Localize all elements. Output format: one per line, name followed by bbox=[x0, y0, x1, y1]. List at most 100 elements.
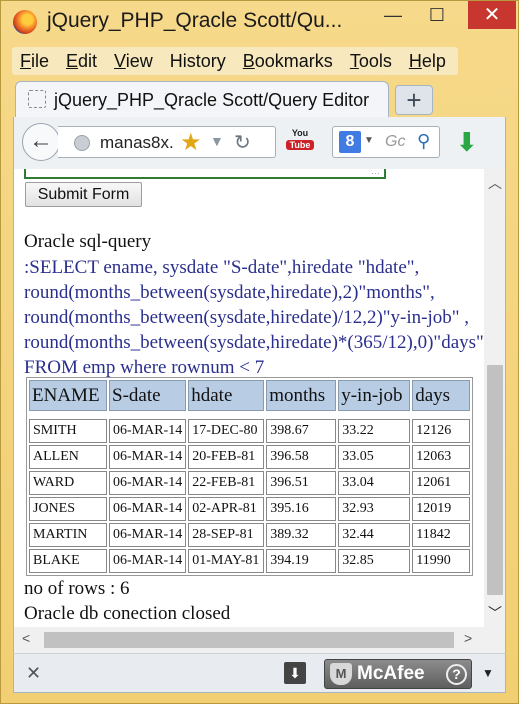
column-header: ENAME bbox=[29, 380, 107, 411]
mcafee-label: McAfee bbox=[357, 663, 425, 684]
table-cell: 28-SEP-81 bbox=[188, 523, 265, 547]
back-button[interactable]: ← bbox=[22, 123, 60, 161]
table-cell: 394.19 bbox=[266, 549, 337, 573]
firefox-logo-icon bbox=[13, 10, 37, 34]
table-cell: 12019 bbox=[412, 497, 470, 521]
menu-item-file[interactable]: File bbox=[20, 51, 49, 72]
column-header: months bbox=[266, 380, 337, 411]
table-cell: 01-MAY-81 bbox=[188, 549, 265, 573]
addon-bar: ✕ ⬇ M McAfee ? ▼ bbox=[13, 653, 506, 693]
mcafee-button[interactable]: M McAfee ? bbox=[324, 659, 472, 689]
search-engine-icon[interactable]: 8 bbox=[339, 131, 361, 153]
menu-item-history[interactable]: History bbox=[170, 51, 226, 72]
table-header-row: ENAME S-date hdate months y-in-job days bbox=[29, 380, 470, 411]
table-cell: 33.04 bbox=[338, 471, 411, 495]
browser-window: jQuery_PHP_Qracle Scott/Qu... — ☐ ✕ File… bbox=[0, 0, 519, 704]
menu-item-edit[interactable]: Edit bbox=[66, 51, 97, 72]
title-bar: jQuery_PHP_Qracle Scott/Qu... — ☐ ✕ bbox=[1, 1, 519, 45]
scroll-right-icon[interactable]: > bbox=[464, 630, 472, 646]
table-cell: JONES bbox=[29, 497, 107, 521]
close-addon-bar-icon[interactable]: ✕ bbox=[26, 663, 41, 684]
maximize-button[interactable]: ☐ bbox=[415, 1, 459, 29]
new-tab-button[interactable]: + bbox=[395, 85, 433, 115]
submit-form-button[interactable]: Submit Form bbox=[25, 182, 142, 207]
menu-item-tools[interactable]: Tools bbox=[350, 51, 392, 72]
query-textarea[interactable]: ⋯ bbox=[24, 169, 386, 179]
table-cell: 389.32 bbox=[266, 523, 337, 547]
scroll-thumb[interactable] bbox=[487, 365, 503, 595]
menu-item-bookmarks[interactable]: Bookmarks bbox=[243, 51, 333, 72]
url-text: manas8x. bbox=[100, 133, 174, 152]
help-icon[interactable]: ? bbox=[446, 664, 467, 685]
search-icon[interactable]: ⚲ bbox=[417, 131, 430, 152]
mcafee-dropdown-icon[interactable]: ▼ bbox=[482, 666, 494, 680]
search-box[interactable]: 8 ▼ Gc ⚲ bbox=[332, 126, 440, 158]
table-cell: 396.51 bbox=[266, 471, 337, 495]
table-cell: 17-DEC-80 bbox=[188, 419, 265, 443]
youtube-icon[interactable]: You Tube bbox=[286, 128, 314, 156]
navigation-toolbar: ← manas8x. ★ ▼ ↻ You Tube 8 ▼ Gc ⚲ ⬇ bbox=[13, 117, 506, 169]
table-cell: 11842 bbox=[412, 523, 470, 547]
menu-bar: File Edit View History Bookmarks Tools Help bbox=[12, 47, 458, 75]
horizontal-scrollbar[interactable]: < > bbox=[13, 627, 506, 653]
url-bar[interactable]: manas8x. ★ ▼ ↻ bbox=[58, 126, 276, 158]
table-cell: BLAKE bbox=[29, 549, 107, 573]
table-cell: ALLEN bbox=[29, 445, 107, 469]
tab-query-editor[interactable]: jQuery_PHP_Qracle Scott/Query Editor bbox=[15, 81, 389, 117]
reload-icon[interactable]: ↻ bbox=[234, 130, 251, 155]
table-row: WARD 06-MAR-14 22-FEB-81 396.51 33.04 12061 bbox=[29, 471, 470, 495]
vertical-scrollbar[interactable]: ︿ ﹀ bbox=[484, 169, 505, 627]
tab-bar: jQuery_PHP_Qracle Scott/Query Editor + bbox=[1, 79, 519, 117]
result-table: ENAME S-date hdate months y-in-job days … bbox=[26, 377, 473, 576]
column-header: S-date bbox=[109, 380, 187, 411]
table-cell: 32.85 bbox=[338, 549, 411, 573]
minimize-button[interactable]: — bbox=[371, 1, 415, 29]
table-cell: 32.93 bbox=[338, 497, 411, 521]
table-cell: 32.44 bbox=[338, 523, 411, 547]
horizontal-scroll-thumb[interactable] bbox=[44, 632, 454, 648]
resize-grip-icon[interactable]: ⋯ bbox=[371, 169, 380, 178]
youtube-tube-label: Tube bbox=[286, 140, 314, 150]
rows-count: no of rows : 6 bbox=[24, 578, 130, 599]
table-cell: 12063 bbox=[412, 445, 470, 469]
table-cell: 06-MAR-14 bbox=[109, 419, 187, 443]
table-cell: 06-MAR-14 bbox=[109, 445, 187, 469]
table-cell: 22-FEB-81 bbox=[188, 471, 265, 495]
table-row: MARTIN 06-MAR-14 28-SEP-81 389.32 32.44 11842 bbox=[29, 523, 470, 547]
table-cell: 06-MAR-14 bbox=[109, 497, 187, 521]
scroll-down-icon[interactable]: ﹀ bbox=[484, 603, 505, 623]
table-spacer-row bbox=[29, 413, 470, 417]
table-cell: 06-MAR-14 bbox=[109, 471, 187, 495]
table-row: JONES 06-MAR-14 02-APR-81 395.16 32.93 12019 bbox=[29, 497, 470, 521]
page-viewport: ⋯ Submit Form Oracle sql-query :SELECT e… bbox=[13, 169, 506, 627]
globe-icon bbox=[74, 135, 90, 151]
query-heading: Oracle sql-query bbox=[24, 231, 152, 252]
bookmark-star-icon[interactable]: ★ bbox=[180, 128, 202, 157]
table-cell: 12061 bbox=[412, 471, 470, 495]
page-icon bbox=[28, 90, 46, 108]
menu-item-help[interactable]: Help bbox=[409, 51, 446, 72]
scroll-left-icon[interactable]: < bbox=[22, 630, 30, 646]
table-cell: 11990 bbox=[412, 549, 470, 573]
table-cell: 20-FEB-81 bbox=[188, 445, 265, 469]
column-header: days bbox=[412, 380, 470, 411]
table-cell: 06-MAR-14 bbox=[109, 549, 187, 573]
table-cell: SMITH bbox=[29, 419, 107, 443]
search-input[interactable]: Gc bbox=[385, 133, 405, 151]
tab-label: jQuery_PHP_Qracle Scott/Query Editor bbox=[54, 90, 370, 110]
downloads-icon[interactable]: ⬇ bbox=[284, 662, 306, 684]
search-engine-dropdown-icon[interactable]: ▼ bbox=[364, 135, 374, 146]
spacer-cell bbox=[29, 413, 470, 417]
menu-item-view[interactable]: View bbox=[114, 51, 153, 72]
table-cell: 33.22 bbox=[338, 419, 411, 443]
download-arrow-icon[interactable]: ⬇ bbox=[456, 127, 478, 158]
table-cell: WARD bbox=[29, 471, 107, 495]
connection-status: Oracle db conection closed bbox=[24, 603, 231, 624]
table-cell: 12126 bbox=[412, 419, 470, 443]
url-dropdown-icon[interactable]: ▼ bbox=[210, 133, 224, 149]
window-title: jQuery_PHP_Qracle Scott/Qu... bbox=[47, 9, 343, 32]
youtube-label: You bbox=[291, 128, 309, 138]
table-cell: 02-APR-81 bbox=[188, 497, 265, 521]
close-button[interactable]: ✕ bbox=[468, 1, 516, 29]
scroll-up-icon[interactable]: ︿ bbox=[484, 173, 505, 193]
